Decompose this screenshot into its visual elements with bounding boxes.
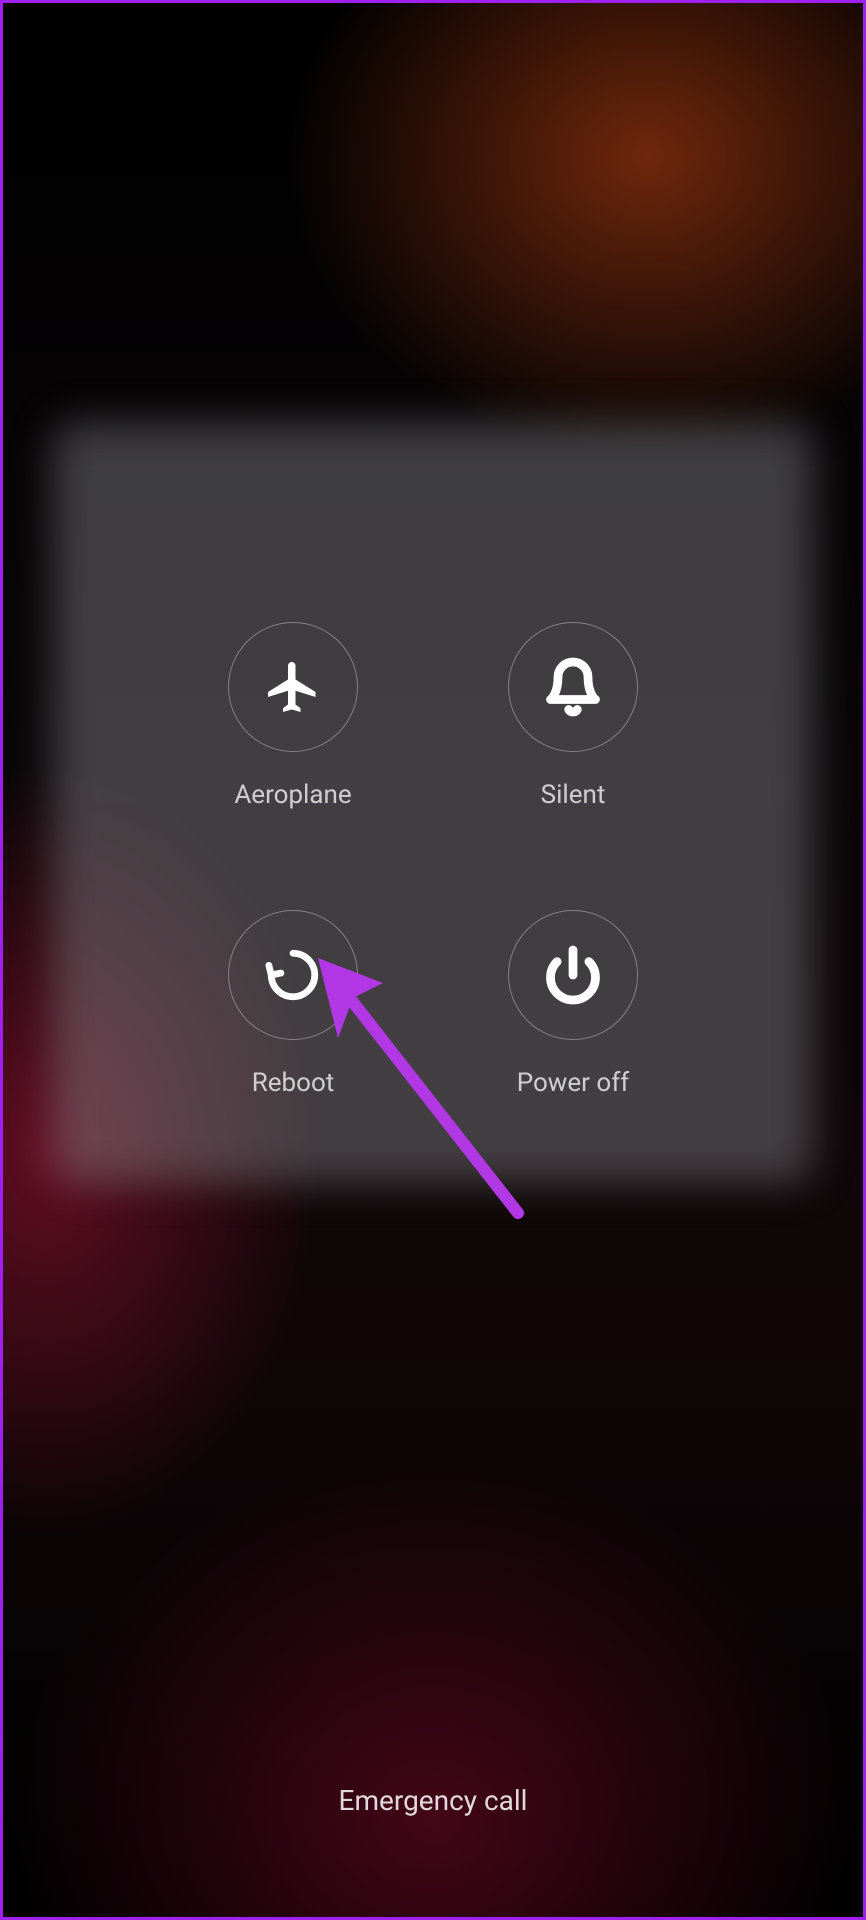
poweroff-label: Power off: [517, 1068, 630, 1098]
silent-option[interactable]: Silent: [508, 622, 638, 810]
airplane-icon: [263, 657, 323, 717]
poweroff-circle: [508, 910, 638, 1040]
reboot-icon: [264, 946, 322, 1004]
power-menu-overlay: Aeroplane Silent Reboot: [3, 3, 863, 1917]
aeroplane-label: Aeroplane: [234, 780, 351, 810]
poweroff-option[interactable]: Power off: [508, 910, 638, 1098]
reboot-option[interactable]: Reboot: [228, 910, 358, 1098]
options-grid: Aeroplane Silent Reboot: [228, 622, 638, 1098]
reboot-label: Reboot: [252, 1068, 335, 1098]
power-icon: [543, 945, 603, 1005]
reboot-circle: [228, 910, 358, 1040]
silent-circle: [508, 622, 638, 752]
aeroplane-option[interactable]: Aeroplane: [228, 622, 358, 810]
bell-icon: [543, 657, 603, 717]
aeroplane-circle: [228, 622, 358, 752]
silent-label: Silent: [541, 780, 606, 810]
